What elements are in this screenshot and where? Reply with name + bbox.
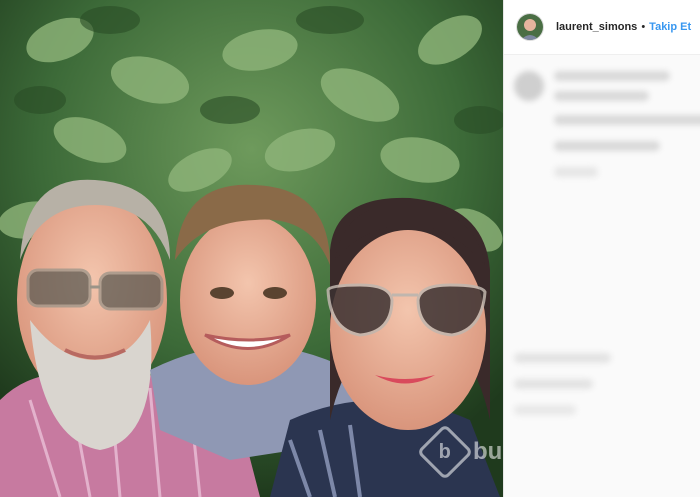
watermark-badge: b — [416, 423, 474, 481]
avatar[interactable] — [516, 13, 544, 41]
watermark-logo: b bu — [416, 423, 503, 481]
blurred-comment-row — [514, 71, 690, 101]
post-header: laurent_simons • Takip Et — [504, 0, 700, 55]
blurred-text-line — [554, 71, 670, 81]
follow-button[interactable]: Takip Et — [649, 21, 691, 33]
blurred-text-line — [514, 405, 576, 415]
username-link[interactable]: laurent_simons — [556, 21, 637, 33]
watermark-text: bu — [473, 438, 503, 465]
comments-area-blurred — [504, 55, 700, 487]
avatar-image — [517, 14, 543, 40]
blurred-text-line — [554, 141, 660, 151]
blurred-text-line — [554, 115, 700, 125]
blurred-text-line — [554, 91, 650, 101]
blurred-text-line — [514, 379, 594, 389]
separator-dot: • — [641, 21, 646, 33]
blurred-avatar — [514, 71, 544, 101]
blurred-text-line — [514, 353, 611, 363]
instagram-post-view: b bu laurent_simons • Takip Et — [0, 0, 700, 497]
post-sidebar: laurent_simons • Takip Et — [503, 0, 700, 497]
family-selfie-image — [0, 0, 503, 497]
watermark-letter: b — [438, 440, 452, 463]
blurred-text-line — [554, 167, 598, 177]
post-photo[interactable] — [0, 0, 503, 497]
